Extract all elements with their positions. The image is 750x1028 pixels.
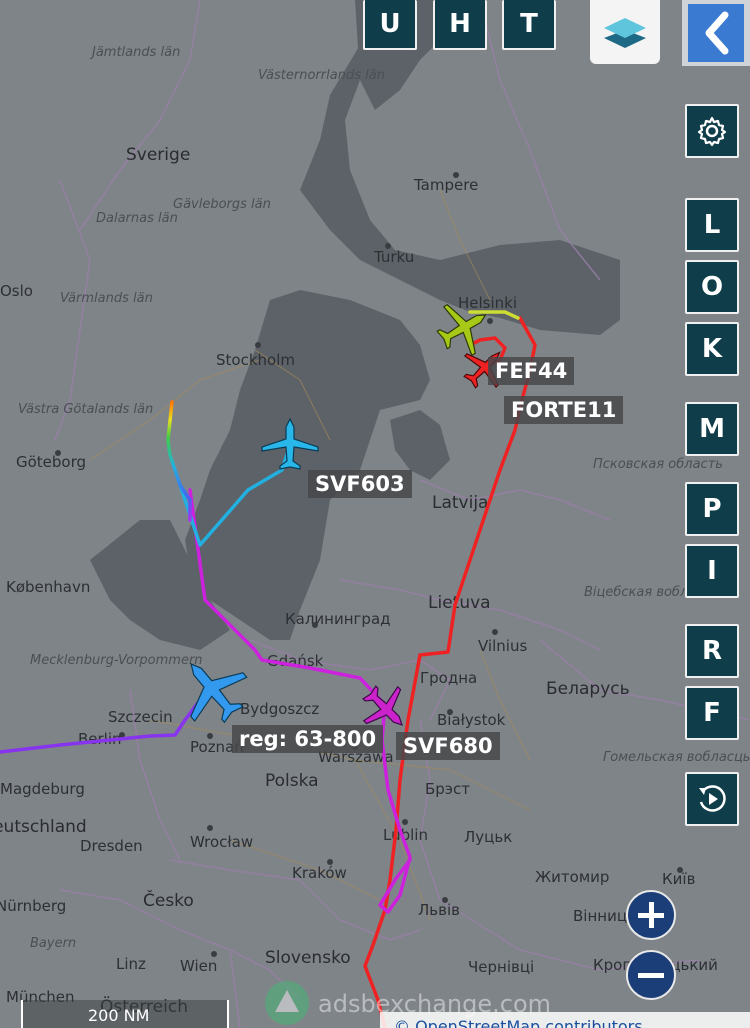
k-button[interactable]: K — [685, 322, 739, 376]
svg-text:Псковская область: Псковская область — [593, 457, 723, 472]
svg-text:Kraków: Kraków — [292, 864, 347, 882]
svg-text:Гродна: Гродна — [420, 669, 477, 687]
f-button[interactable]: F — [685, 686, 739, 740]
svg-text:Калининград: Калининград — [285, 610, 391, 628]
svg-text:Nürnberg: Nürnberg — [0, 897, 66, 915]
gear-icon — [697, 116, 727, 147]
replay-button[interactable] — [685, 772, 739, 826]
svg-text:Linz: Linz — [116, 955, 146, 973]
back-button[interactable] — [682, 0, 750, 66]
map-canvas[interactable]: Jämtlands län Västernorrlands län Sverig… — [0, 0, 750, 1028]
attribution[interactable]: © OpenStreetMap contributors — [380, 1012, 750, 1028]
svg-text:Oslo: Oslo — [0, 282, 33, 300]
svg-text:Чернівці: Чернівці — [468, 958, 534, 976]
svg-text:Dalarnas län: Dalarnas län — [96, 211, 178, 226]
m-button[interactable]: M — [685, 402, 739, 456]
svg-text:Dresden: Dresden — [80, 837, 143, 855]
svg-text:Turku: Turku — [373, 248, 414, 266]
svg-text:Гомельская вобласць: Гомельская вобласць — [603, 750, 750, 765]
l-button[interactable]: L — [685, 198, 739, 252]
svg-text:Луцьк: Луцьк — [464, 828, 512, 846]
layers-button[interactable] — [590, 0, 660, 64]
svg-text:Jämtlands län: Jämtlands län — [89, 45, 180, 60]
svg-text:København: København — [6, 578, 90, 596]
flight-label-svf680[interactable]: SVF680 — [396, 732, 500, 760]
svg-text:Västernorrlands län: Västernorrlands län — [258, 68, 385, 83]
o-button[interactable]: O — [685, 260, 739, 314]
svg-text:Wien: Wien — [180, 957, 217, 975]
svg-text:Житомир: Житомир — [535, 868, 609, 886]
scale-bar: 200 NM — [21, 1000, 229, 1028]
svg-text:Värmlands län: Värmlands län — [60, 291, 153, 306]
svg-text:Česko: Česko — [143, 889, 194, 911]
flight-label-svf603[interactable]: SVF603 — [308, 470, 412, 498]
svg-text:Helsinki: Helsinki — [458, 294, 517, 312]
svg-text:Göteborg: Göteborg — [16, 453, 86, 471]
p-button[interactable]: P — [685, 482, 739, 536]
svg-text:Gävleborgs län: Gävleborgs län — [173, 197, 271, 212]
svg-text:Tampere: Tampere — [413, 176, 478, 194]
svg-text:Slovensko: Slovensko — [265, 948, 351, 968]
svg-text:Białystok: Białystok — [437, 711, 506, 729]
zoom-in-button[interactable] — [626, 890, 676, 940]
svg-text:Västra Götalands län: Västra Götalands län — [18, 402, 153, 417]
svg-text:Vilnius: Vilnius — [478, 637, 527, 655]
flight-label-fef44[interactable]: FEF44 — [488, 357, 575, 385]
layers-icon — [604, 18, 646, 48]
svg-text:Беларусь: Беларусь — [546, 679, 630, 699]
svg-text:Deutschland: Deutschland — [0, 817, 87, 837]
flight-label-forte11[interactable]: FORTE11 — [504, 396, 624, 424]
svg-text:Bydgoszcz: Bydgoszcz — [240, 700, 319, 718]
svg-text:Magdeburg: Magdeburg — [0, 780, 85, 798]
r-button[interactable]: R — [685, 624, 739, 678]
svg-text:Брэст: Брэст — [425, 780, 470, 798]
svg-text:Szczecin: Szczecin — [108, 708, 173, 726]
settings-button[interactable] — [685, 104, 739, 158]
svg-text:Mecklenburg-Vorpommern: Mecklenburg-Vorpommern — [30, 653, 203, 668]
i-button[interactable]: I — [685, 544, 739, 598]
svg-text:Sverige: Sverige — [126, 145, 190, 165]
u-button[interactable]: U — [363, 0, 417, 50]
t-button[interactable]: T — [502, 0, 556, 50]
h-button[interactable]: H — [433, 0, 487, 50]
svg-text:Latvija: Latvija — [432, 493, 488, 513]
scale-label: 200 NM — [88, 1006, 149, 1025]
chevron-left-icon — [705, 11, 729, 55]
svg-text:Wrocław: Wrocław — [190, 833, 253, 851]
replay-icon — [699, 785, 726, 812]
zoom-out-button[interactable] — [626, 950, 676, 1000]
flight-label-reg[interactable]: reg: 63-800 — [232, 725, 384, 753]
svg-text:Stockholm: Stockholm — [216, 351, 295, 369]
svg-text:Bayern: Bayern — [30, 936, 76, 951]
svg-text:Polska: Polska — [265, 771, 319, 791]
svg-text:Львів: Львів — [418, 901, 460, 919]
